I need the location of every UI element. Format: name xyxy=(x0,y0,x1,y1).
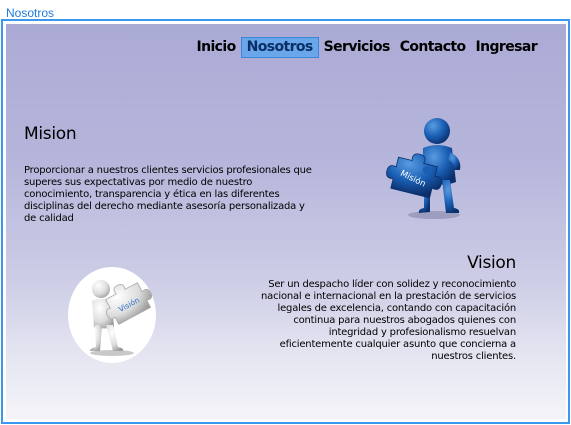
main-nav: Inicio Nosotros Servicios Contacto Ingre… xyxy=(192,37,543,58)
vision-image: Visión xyxy=(68,267,156,363)
vision-heading: Vision xyxy=(467,253,516,273)
puzzle-figure-white-icon: Visión xyxy=(90,280,153,356)
mision-paragraph: Proporcionar a nuestros clientes servici… xyxy=(24,165,312,224)
vision-paragraph: Ser un despacho líder con solidez y reco… xyxy=(261,279,516,362)
page-content: Inicio Nosotros Servicios Contacto Ingre… xyxy=(6,24,566,419)
nav-item-inicio[interactable]: Inicio xyxy=(192,38,241,57)
mision-heading: Mision xyxy=(24,124,77,144)
nav-item-nosotros[interactable]: Nosotros xyxy=(240,37,319,58)
window-title: Nosotros xyxy=(6,6,55,20)
puzzle-figure-blue-icon: Misión xyxy=(386,118,461,219)
nav-item-contacto[interactable]: Contacto xyxy=(395,38,471,57)
nav-item-servicios[interactable]: Servicios xyxy=(319,38,395,57)
nav-item-ingresar[interactable]: Ingresar xyxy=(471,38,542,57)
